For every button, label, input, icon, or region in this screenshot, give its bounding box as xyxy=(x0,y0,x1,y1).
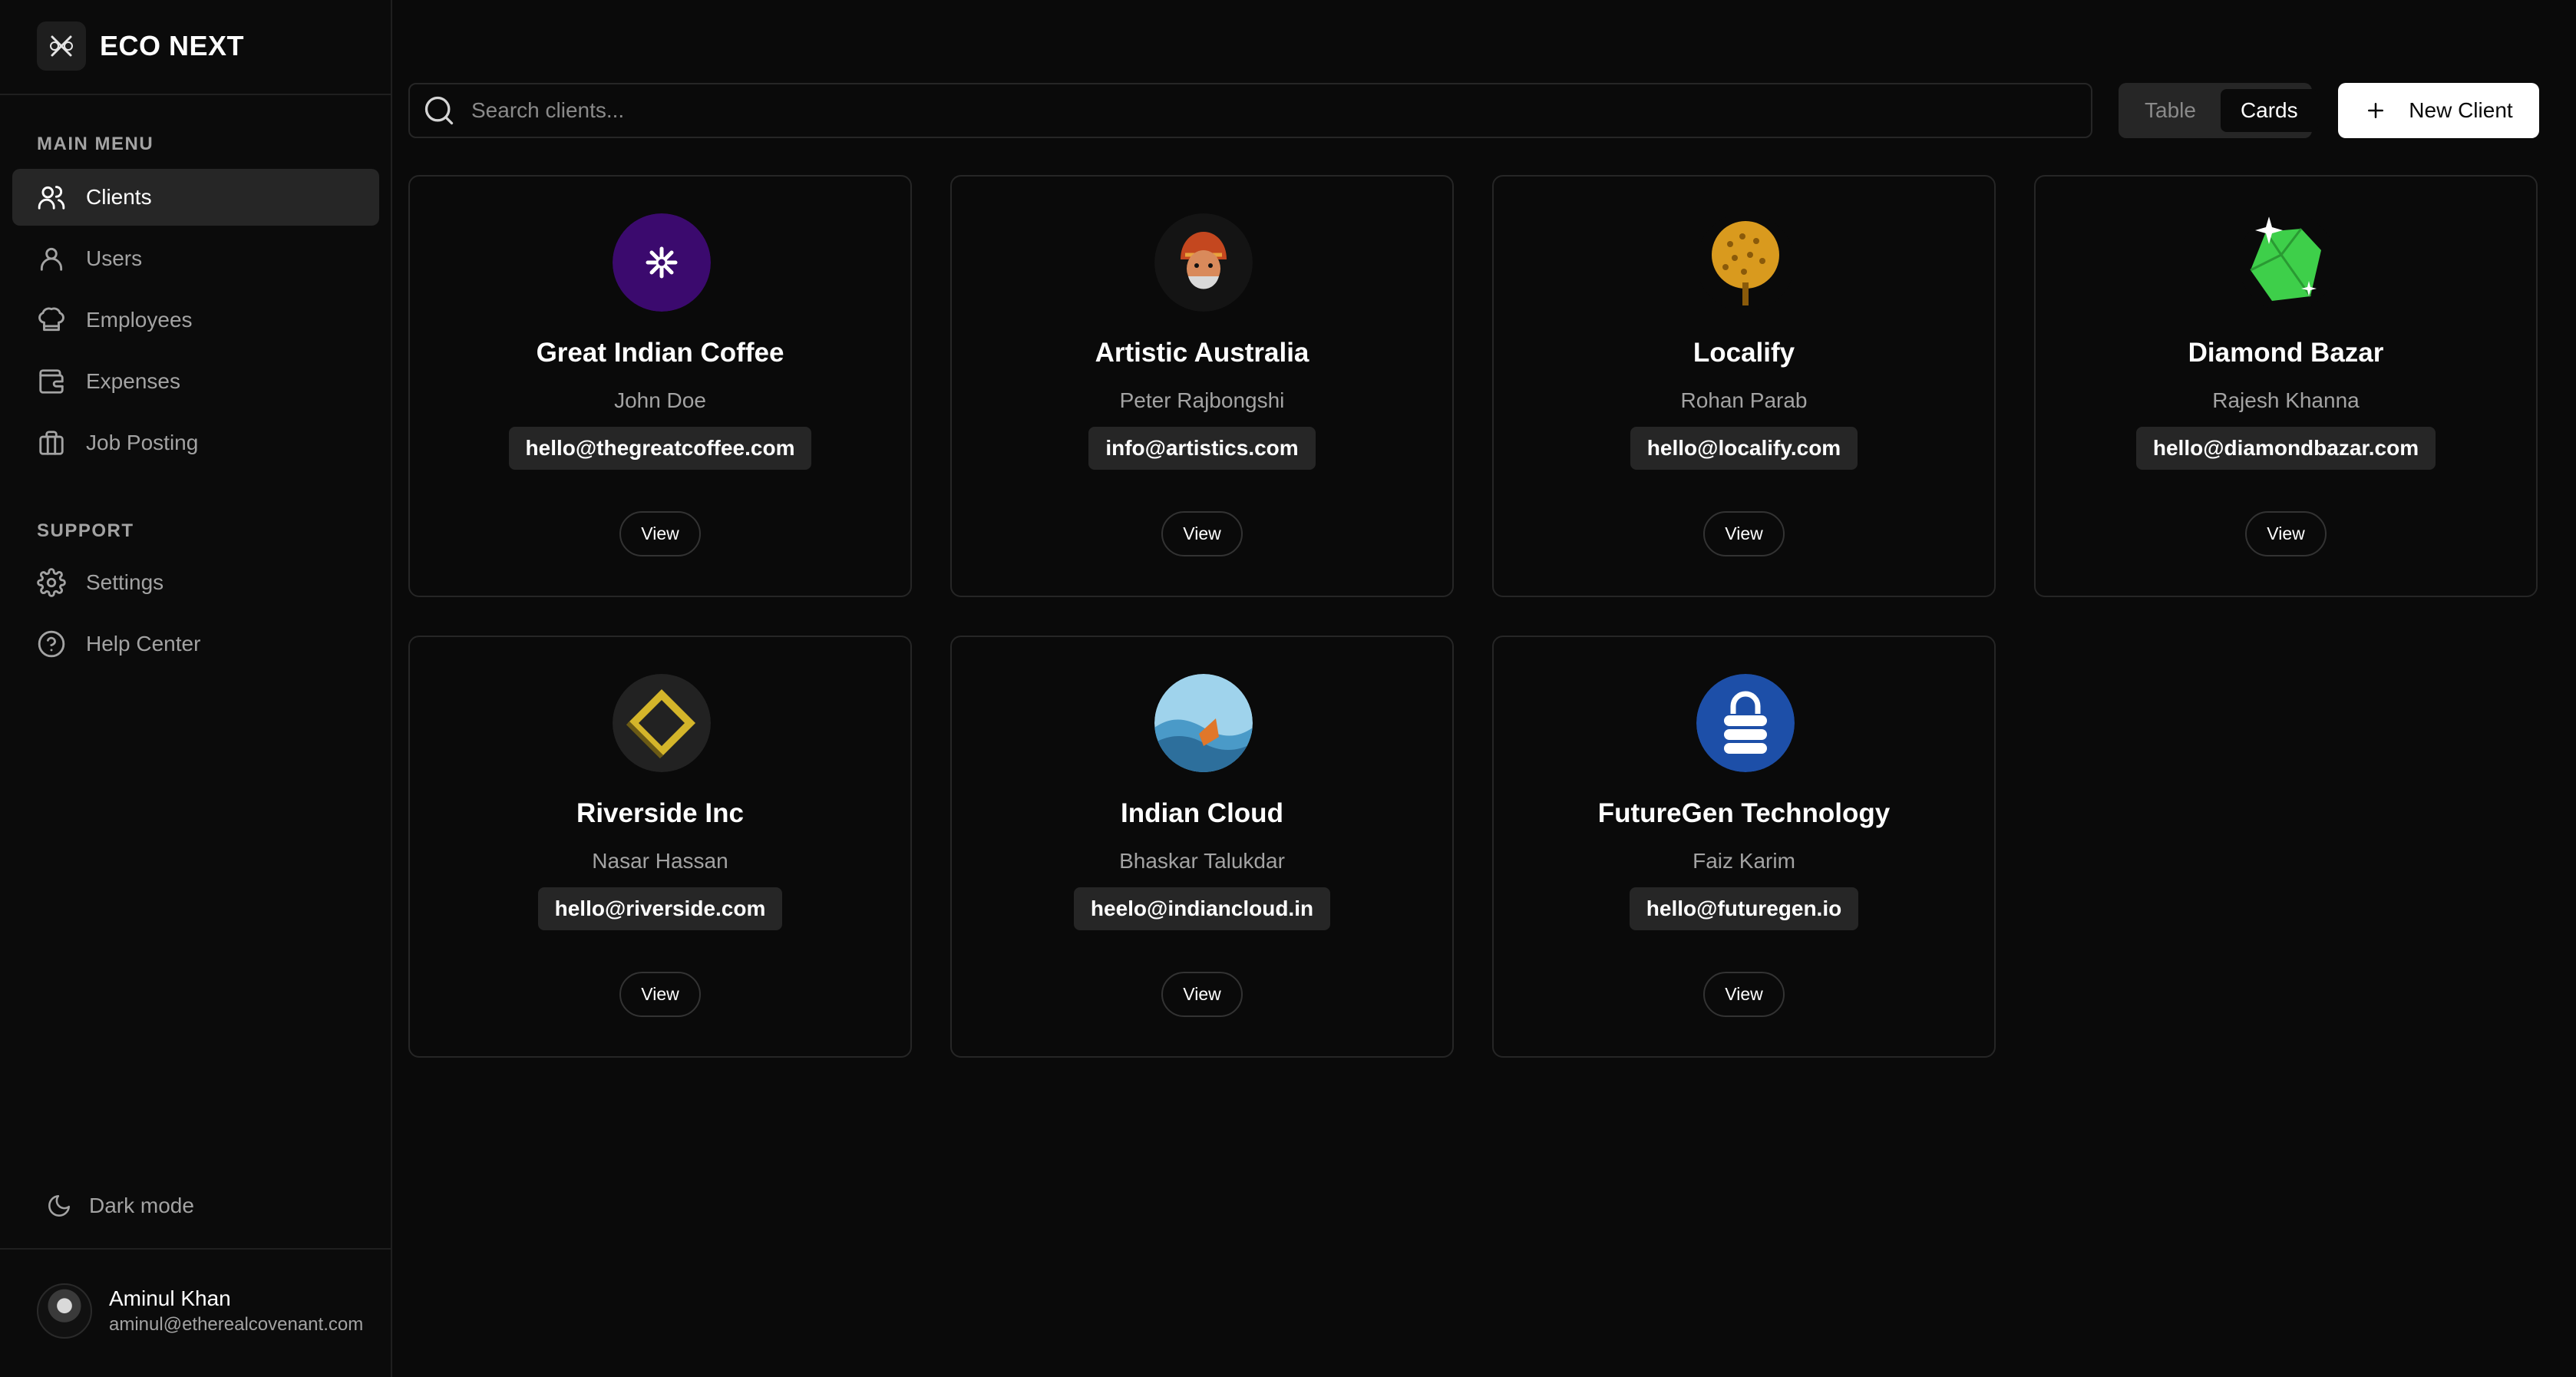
client-name: FutureGen Technology xyxy=(1597,798,1891,828)
user-email: aminul@etherealcovenant.com xyxy=(109,1314,364,1335)
brand[interactable]: ECO NEXT xyxy=(37,21,244,71)
client-avatar xyxy=(613,674,711,772)
client-contact: Peter Rajbongshi xyxy=(1119,388,1285,412)
avatar xyxy=(37,1283,92,1339)
plus-icon xyxy=(2368,103,2384,118)
client-email: hello@thegreatcoffee.com xyxy=(508,427,812,470)
sidebar-item-label: Settings xyxy=(86,570,164,594)
sidebar-item-label: Expenses xyxy=(86,369,180,393)
user-name: Aminul Khan xyxy=(109,1286,231,1310)
client-name: Great Indian Coffee xyxy=(536,338,784,368)
table-view-button[interactable]: Table xyxy=(2125,89,2216,132)
client-contact: Rajesh Khanna xyxy=(2212,388,2360,412)
view-toggle: Table Cards xyxy=(2119,83,2318,138)
client-name: Diamond Bazar xyxy=(2188,338,2384,368)
dark-mode-toggle[interactable]: Dark mode xyxy=(46,1193,194,1219)
view-button[interactable]: View xyxy=(619,511,701,556)
client-card-localify: Localify Rohan Parab hello@localify.com … xyxy=(1492,175,1996,597)
sidebar-item-expenses[interactable]: Expenses xyxy=(12,353,379,410)
sidebar-item-users[interactable]: Users xyxy=(12,230,379,287)
client-card-riverside-inc: Riverside Inc Nasar Hassan hello@riversi… xyxy=(408,636,912,1058)
new-client-button[interactable]: New Client xyxy=(2338,83,2539,138)
view-button[interactable]: View xyxy=(619,972,701,1017)
users-icon xyxy=(38,186,65,210)
user-icon xyxy=(40,247,63,271)
client-card-diamond-bazar: Diamond Bazar Rajesh Khanna hello@diamon… xyxy=(2034,175,2538,597)
brand-divider xyxy=(0,94,391,95)
brand-logo-icon xyxy=(37,21,86,71)
sidebar-item-clients[interactable]: Clients xyxy=(12,169,379,226)
sidebar: ECO NEXT MAIN MENU Clients Users Employe… xyxy=(0,0,392,1377)
client-name: Riverside Inc xyxy=(576,798,744,828)
help-circle-icon xyxy=(38,630,65,658)
client-name: Localify xyxy=(1693,338,1795,368)
client-card-futuregen-technology: FutureGen Technology Faiz Karim hello@fu… xyxy=(1492,636,1996,1058)
gear-icon xyxy=(37,568,66,597)
main-menu-title: MAIN MENU xyxy=(37,134,154,154)
briefcase-icon xyxy=(39,431,64,455)
search-bar xyxy=(408,83,2092,138)
sidebar-item-label: Clients xyxy=(86,185,152,209)
client-email: info@artistics.com xyxy=(1088,427,1316,470)
client-email: heelo@indiancloud.in xyxy=(1073,887,1331,930)
cards-view-button[interactable]: Cards xyxy=(2220,89,2318,132)
dark-mode-label: Dark mode xyxy=(89,1194,194,1217)
view-button[interactable]: View xyxy=(1161,972,1243,1017)
wallet-icon xyxy=(39,369,64,394)
client-email: hello@localify.com xyxy=(1630,427,1858,470)
view-button[interactable]: View xyxy=(1161,511,1243,556)
search-icon xyxy=(424,96,454,125)
view-button[interactable]: View xyxy=(1703,511,1785,556)
client-avatar xyxy=(1696,674,1795,772)
client-email: hello@futuregen.io xyxy=(1629,887,1859,930)
view-button[interactable]: View xyxy=(1703,972,1785,1017)
client-avatar xyxy=(613,213,711,312)
user-divider xyxy=(0,1248,391,1250)
search-input[interactable] xyxy=(471,98,2006,123)
client-name: Indian Cloud xyxy=(1121,798,1283,828)
client-name: Artistic Australia xyxy=(1095,338,1309,368)
support-title: SUPPORT xyxy=(37,520,134,541)
sidebar-item-label: Job Posting xyxy=(86,431,199,454)
moon-icon xyxy=(48,1194,71,1217)
sidebar-item-employees[interactable]: Employees xyxy=(12,292,379,348)
sidebar-item-job-posting[interactable]: Job Posting xyxy=(12,414,379,471)
client-email: hello@diamondbazar.com xyxy=(2135,427,2436,470)
client-contact: Nasar Hassan xyxy=(592,849,728,873)
brand-name: ECO NEXT xyxy=(100,30,245,61)
user-profile[interactable]: Aminul Khan aminul@etherealcovenant.com xyxy=(37,1283,363,1339)
sidebar-item-label: Users xyxy=(86,246,143,270)
client-contact: Rohan Parab xyxy=(1680,388,1808,412)
view-button[interactable]: View xyxy=(2245,511,2327,556)
sidebar-item-label: Employees xyxy=(86,308,193,332)
chef-hat-icon xyxy=(38,307,64,332)
client-email: hello@riverside.com xyxy=(537,887,783,930)
client-card-great-indian-coffee: Great Indian Coffee John Doe hello@thegr… xyxy=(408,175,912,597)
client-avatar xyxy=(2238,213,2337,312)
client-card-indian-cloud: Indian Cloud Bhaskar Talukdar heelo@indi… xyxy=(950,636,1454,1058)
sidebar-item-help-center[interactable]: Help Center xyxy=(12,616,379,672)
client-contact: Bhaskar Talukdar xyxy=(1119,849,1285,873)
client-contact: John Doe xyxy=(614,388,706,412)
sidebar-item-settings[interactable]: Settings xyxy=(12,554,379,611)
new-client-label: New Client xyxy=(2409,98,2513,122)
client-avatar xyxy=(1154,674,1253,772)
client-card-artistic-australia: Artistic Australia Peter Rajbongshi info… xyxy=(950,175,1454,597)
sidebar-item-label: Help Center xyxy=(86,632,201,655)
client-avatar xyxy=(1696,213,1795,312)
client-contact: Faiz Karim xyxy=(1693,849,1795,873)
client-avatar xyxy=(1154,213,1253,312)
